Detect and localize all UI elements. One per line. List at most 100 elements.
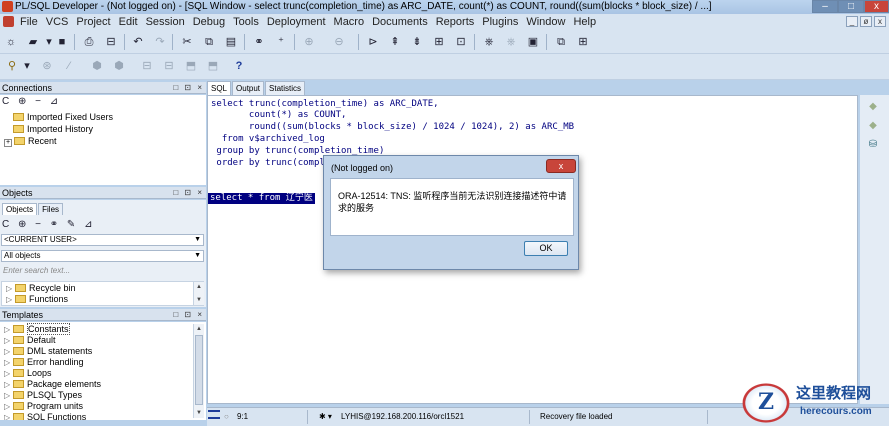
tree-item-imported-fixed-users[interactable]: Imported Fixed Users [4,112,113,123]
tree-item-loops[interactable]: ▷ Loops [4,368,52,379]
templates-panel-buttons[interactable]: □ ⊡ × [173,309,204,321]
step-icon[interactable]: ⇞ [388,35,402,49]
tree-item-imported-history[interactable]: Imported History [4,124,93,135]
menu-tools[interactable]: Tools [229,14,263,30]
tree-item-program-units[interactable]: ▷ Program units [4,401,83,412]
compile-icon[interactable]: ⊛ [40,59,54,73]
connect-icon[interactable]: ⬢ [90,59,104,73]
tab-output[interactable]: Output [232,81,265,95]
print-icon[interactable]: ⎙ [82,35,96,49]
unindent-icon[interactable]: ⊖ [332,35,346,49]
tools-dropdown-icon[interactable]: ▾ [20,59,34,73]
templates-scrollbar[interactable]: ▲ ▼ [193,324,204,418]
mdi-window-icon[interactable] [3,16,14,27]
find-icon[interactable]: ⚭ [252,35,266,49]
copy-icon[interactable]: ⧉ [202,35,216,49]
tree-item-functions[interactable]: ▷ Functions [6,294,68,305]
objects-panel-buttons[interactable]: □ ⊡ × [173,187,204,199]
tab-objects[interactable]: Objects [2,203,38,215]
menu-macro[interactable]: Macro [330,14,369,30]
menu-edit[interactable]: Edit [115,14,142,30]
user-combo[interactable]: <CURRENT USER> ▼ [1,234,204,246]
tree-item-plsql-types[interactable]: ▷ PLSQL Types [4,390,82,401]
objects-toolbar[interactable]: C ⊕ − ⚭ ✎ ⊿ [2,219,95,230]
report2-icon[interactable]: ⬒ [206,59,220,73]
scroll-down-icon[interactable]: ▼ [194,408,204,418]
tree-item-constants[interactable]: ▷ Constants [4,323,70,335]
tree-item-default[interactable]: ▷ Default [4,335,56,346]
connections-panel-buttons[interactable]: □ ⊡ × [173,82,204,94]
arrow-up-icon[interactable]: ◆ [867,101,879,113]
objects-scrollbar[interactable]: ▲ ▼ [193,282,204,305]
minimize-button[interactable]: – [812,0,838,13]
menu-help[interactable]: Help [569,14,600,30]
explain-icon[interactable]: ⎈ [482,35,496,49]
mdi-close-button[interactable]: x [874,16,886,27]
folder-icon [14,137,25,145]
connection-menu-icon[interactable]: ✱ ▾ [319,411,332,423]
window-list-icon[interactable]: ⧉ [554,35,568,49]
menu-documents[interactable]: Documents [368,14,432,30]
indent-icon[interactable]: ⊕ [302,35,316,49]
database-icon[interactable]: ⛁ [867,139,879,151]
disconnect-icon[interactable]: ⬢ [112,59,126,73]
redo-icon[interactable]: ↷ [153,35,167,49]
paste-icon[interactable]: ▤ [224,35,238,49]
commit-icon[interactable]: ⊞ [432,35,446,49]
tree-item-dml-statements[interactable]: ▷ DML statements [4,346,92,357]
mdi-restore-button[interactable]: ø [860,16,872,27]
help-icon[interactable]: ? [232,59,246,73]
replace-icon[interactable]: ⁺ [274,35,288,49]
expand-icon[interactable]: + [4,139,12,147]
tab-statistics[interactable]: Statistics [265,81,306,95]
cut-icon[interactable]: ✂ [180,35,194,49]
browser-icon[interactable]: ⊟ [162,59,176,73]
tree-item-package-elements[interactable]: ▷ Package elements [4,379,101,390]
scroll-down-icon[interactable]: ▼ [194,295,204,305]
new-icon[interactable]: ☼ [4,35,18,49]
execute-icon[interactable]: ⊳ [366,35,380,49]
object-search-input[interactable]: Enter search text... [1,265,204,277]
menu-window[interactable]: Window [522,14,569,30]
scroll-thumb[interactable] [195,335,203,405]
session-icon[interactable]: ⊟ [140,59,154,73]
tree-item-sql-functions[interactable]: ▷ SQL Functions [4,412,86,420]
close-button[interactable]: x [864,0,889,13]
tab-sql[interactable]: SQL [207,81,232,95]
menu-session[interactable]: Session [142,14,189,30]
menu-reports[interactable]: Reports [432,14,479,30]
menu-deployment[interactable]: Deployment [263,14,330,30]
save-icon[interactable]: ■ [55,35,69,49]
rollback-icon[interactable]: ⊡ [454,35,468,49]
layout-icon[interactable]: ⊞ [576,35,590,49]
report-icon[interactable]: ⬒ [184,59,198,73]
wand-icon[interactable]: ⁄ [62,59,76,73]
open-icon[interactable]: ▰ [26,35,40,49]
menu-file[interactable]: File [16,14,42,30]
tree-item-recent[interactable]: + Recent [4,136,57,147]
object-filter-combo[interactable]: All objects ▼ [1,250,204,262]
print-preview-icon[interactable]: ⊟ [104,35,118,49]
menu-debug[interactable]: Debug [189,14,229,30]
open-dropdown-icon[interactable]: ▾ [42,35,56,49]
debug-icon[interactable]: ⇟ [410,35,424,49]
connections-toolbar[interactable]: C ⊕ − ⊿ [2,96,61,107]
ok-button[interactable]: OK [524,241,568,256]
scroll-up-icon[interactable]: ▲ [194,324,204,334]
maximize-button[interactable]: □ [838,0,864,13]
mdi-minimize-button[interactable]: _ [846,16,858,27]
menu-project[interactable]: Project [72,14,114,30]
dialog-close-button[interactable]: x [546,159,576,173]
tree-item-error-handling[interactable]: ▷ Error handling [4,357,84,368]
scroll-up-icon[interactable]: ▲ [194,282,204,292]
undo-icon[interactable]: ↶ [131,35,145,49]
tab-files[interactable]: Files [38,203,64,215]
menu-vcs[interactable]: VCS [42,14,73,30]
connection-info[interactable]: LYHIS@192.168.200.116/orcl1521 [341,411,464,423]
tools-icon[interactable]: ⚲ [5,59,19,73]
menu-plugins[interactable]: Plugins [478,14,522,30]
arrow-down-icon[interactable]: ◆ [867,120,879,132]
output-icon[interactable]: ▣ [526,35,540,49]
tree-item-recycle-bin[interactable]: ▷ Recycle bin [6,283,76,294]
explain-dim-icon[interactable]: ⎈ [504,35,518,49]
